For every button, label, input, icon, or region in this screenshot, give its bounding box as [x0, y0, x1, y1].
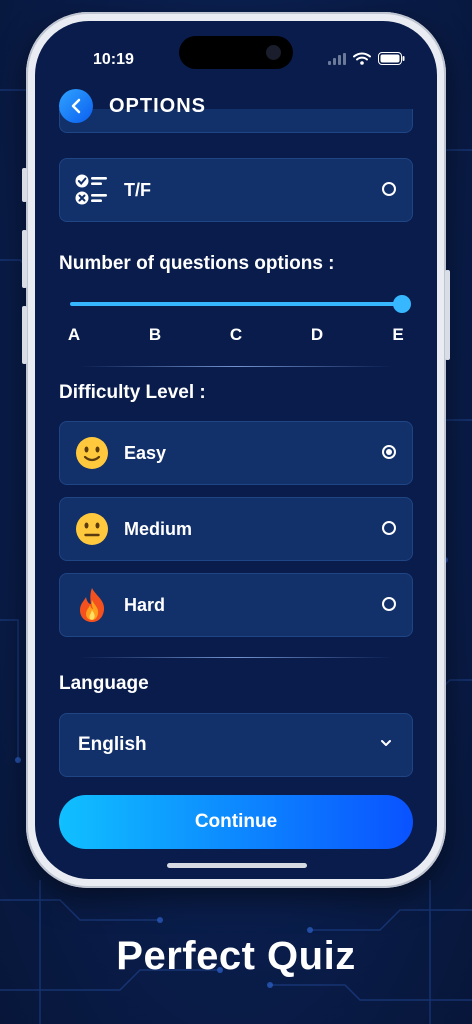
chevron-down-icon	[381, 740, 391, 746]
home-indicator	[167, 863, 307, 868]
language-label: Language	[59, 673, 149, 694]
signal-icon	[328, 52, 346, 65]
phone-frame: 10:19 OPTIONS T/F Number of questions op…	[22, 12, 450, 888]
radio-hard[interactable]	[382, 597, 396, 611]
questions-slider-thumb[interactable]	[393, 295, 411, 313]
brand-title: Perfect Quiz	[116, 934, 356, 978]
slider-tick-e[interactable]: E	[388, 325, 408, 345]
volume-up-button	[22, 230, 27, 288]
language-select[interactable]: English	[59, 713, 413, 777]
page-title: OPTIONS	[109, 94, 207, 117]
divider	[79, 366, 393, 367]
continue-button[interactable]: Continue	[59, 795, 413, 849]
action-button	[22, 168, 27, 202]
questions-options-label: Number of questions options :	[59, 253, 335, 274]
status-icons	[328, 52, 405, 65]
slider-tick-b[interactable]: B	[145, 325, 165, 345]
radio-tf[interactable]	[382, 182, 396, 196]
back-button[interactable]	[59, 89, 93, 123]
battery-icon	[378, 52, 405, 65]
wifi-icon	[353, 52, 371, 65]
slightly-smiling-face-icon	[74, 435, 110, 471]
chevron-left-icon	[71, 98, 81, 114]
slider-tick-a[interactable]: A	[64, 325, 84, 345]
neutral-face-icon	[74, 511, 110, 547]
status-time: 10:19	[93, 51, 134, 68]
difficulty-hard-label: Hard	[124, 594, 166, 615]
difficulty-medium-label: Medium	[124, 518, 193, 539]
difficulty-medium[interactable]: Medium	[59, 497, 413, 561]
header: OPTIONS	[59, 89, 206, 123]
radio-medium[interactable]	[382, 521, 396, 535]
volume-down-button	[22, 306, 27, 364]
power-button	[445, 270, 450, 360]
difficulty-label: Difficulty Level :	[59, 382, 206, 403]
option-label: T/F	[124, 179, 151, 200]
fire-icon	[74, 586, 110, 624]
difficulty-easy-label: Easy	[124, 442, 167, 463]
difficulty-hard[interactable]: Hard	[59, 573, 413, 637]
app-screen: 10:19 OPTIONS T/F Number of questions op…	[35, 21, 437, 879]
difficulty-easy[interactable]: Easy	[59, 421, 413, 485]
questions-slider-track[interactable]	[70, 302, 404, 306]
language-value: English	[78, 734, 147, 755]
slider-tick-d[interactable]: D	[307, 325, 327, 345]
checklist-icon	[74, 173, 110, 207]
dynamic-island	[179, 36, 293, 69]
option-card-tf[interactable]: T/F	[59, 158, 413, 222]
radio-easy[interactable]	[382, 445, 396, 459]
divider	[79, 657, 393, 658]
slider-tick-c[interactable]: C	[226, 325, 246, 345]
